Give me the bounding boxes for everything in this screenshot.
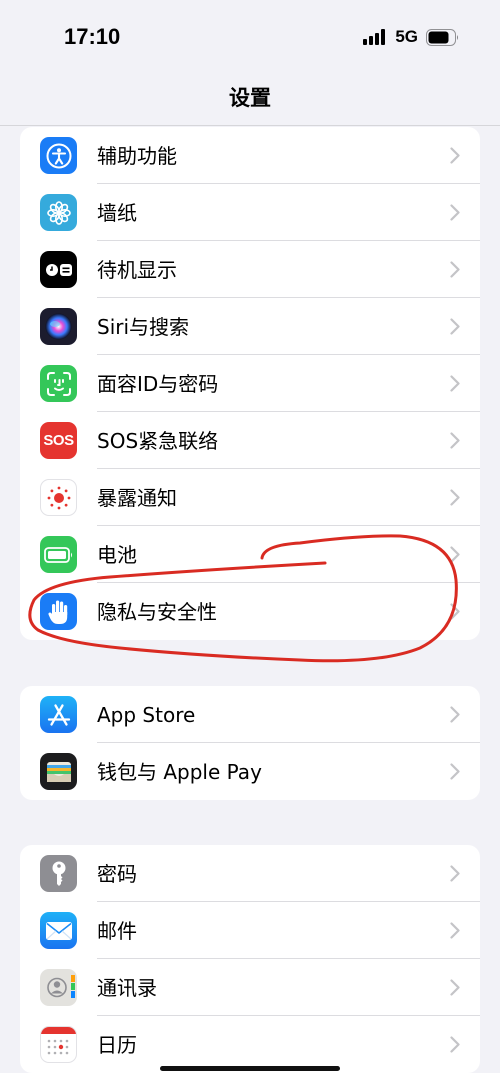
settings-row-label: 待机显示	[97, 258, 177, 282]
home-indicator[interactable]	[160, 1066, 340, 1071]
privacy-hand-icon	[40, 593, 77, 630]
settings-row-calendar[interactable]: 日历	[20, 1016, 480, 1073]
settings-row-battery[interactable]: 电池	[20, 526, 480, 583]
chevron-right-icon	[450, 432, 460, 449]
mail-icon	[40, 912, 77, 949]
battery-status-icon	[426, 28, 458, 46]
settings-row-app-store[interactable]: App Store	[20, 686, 480, 743]
settings-row-contacts[interactable]: 通讯录	[20, 959, 480, 1016]
sos-icon-text: SOS	[43, 432, 74, 449]
navigation-bar: 设置	[0, 70, 500, 126]
settings-row-label: 密码	[97, 862, 137, 886]
settings-row-standby[interactable]: 待机显示	[20, 241, 480, 298]
wallet-icon	[40, 753, 77, 790]
chevron-right-icon	[450, 706, 460, 723]
settings-row-label: 通讯录	[97, 976, 157, 1000]
status-indicators: 5G	[363, 27, 460, 47]
settings-row-label: 暴露通知	[97, 486, 177, 510]
standby-icon	[40, 251, 77, 288]
settings-row-wallpaper[interactable]: 墙纸	[20, 184, 480, 241]
settings-group-system: 辅助功能 墙纸 待机显示 Siri与搜索 面容ID与密码 SOS SOS紧急联络…	[20, 127, 480, 640]
exposure-notification-icon	[40, 479, 77, 516]
cellular-signal-icon	[363, 29, 386, 45]
settings-row-emergency-sos[interactable]: SOS SOS紧急联络	[20, 412, 480, 469]
settings-row-label: 日历	[97, 1033, 137, 1057]
chevron-right-icon	[450, 318, 460, 335]
settings-row-exposure-notifications[interactable]: 暴露通知	[20, 469, 480, 526]
settings-row-privacy-security[interactable]: 隐私与安全性	[20, 583, 480, 640]
key-icon	[40, 855, 77, 892]
sos-icon: SOS	[40, 422, 77, 459]
settings-row-wallet[interactable]: 钱包与 Apple Pay	[20, 743, 480, 800]
settings-row-label: 邮件	[97, 919, 137, 943]
chevron-right-icon	[450, 865, 460, 882]
chevron-right-icon	[450, 546, 460, 563]
settings-row-label: 隐私与安全性	[97, 600, 217, 624]
settings-group-store: App Store 钱包与 Apple Pay	[20, 686, 480, 800]
chevron-right-icon	[450, 204, 460, 221]
chevron-right-icon	[450, 922, 460, 939]
settings-row-label: Siri与搜索	[97, 315, 190, 339]
chevron-right-icon	[450, 763, 460, 780]
settings-row-accessibility[interactable]: 辅助功能	[20, 127, 480, 184]
chevron-right-icon	[450, 979, 460, 996]
network-type: 5G	[395, 27, 418, 46]
chevron-right-icon	[450, 261, 460, 278]
contacts-icon	[40, 969, 77, 1006]
settings-row-passwords[interactable]: 密码	[20, 845, 480, 902]
settings-row-mail[interactable]: 邮件	[20, 902, 480, 959]
settings-row-label: 钱包与 Apple Pay	[97, 760, 262, 784]
chevron-right-icon	[450, 603, 460, 620]
status-bar: 17:10 5G	[0, 0, 500, 70]
siri-icon	[40, 308, 77, 345]
settings-row-face-id[interactable]: 面容ID与密码	[20, 355, 480, 412]
settings-row-label: 面容ID与密码	[97, 372, 219, 396]
chevron-right-icon	[450, 375, 460, 392]
calendar-icon	[40, 1026, 77, 1063]
settings-row-label: 电池	[97, 543, 137, 567]
settings-row-label: 辅助功能	[97, 144, 177, 168]
battery-icon	[40, 536, 77, 573]
accessibility-icon	[40, 137, 77, 174]
chevron-right-icon	[450, 489, 460, 506]
settings-group-apps: 密码 邮件 通讯录 日历	[20, 845, 480, 1073]
page-title: 设置	[229, 86, 271, 110]
status-time: 17:10	[64, 24, 121, 49]
settings-row-label: 墙纸	[97, 201, 137, 225]
chevron-right-icon	[450, 147, 460, 164]
settings-row-siri[interactable]: Siri与搜索	[20, 298, 480, 355]
face-id-icon	[40, 365, 77, 402]
app-store-icon	[40, 696, 77, 733]
settings-row-label: App Store	[97, 703, 196, 727]
chevron-right-icon	[450, 1036, 460, 1053]
wallpaper-icon	[40, 194, 77, 231]
settings-row-label: SOS紧急联络	[97, 429, 219, 453]
